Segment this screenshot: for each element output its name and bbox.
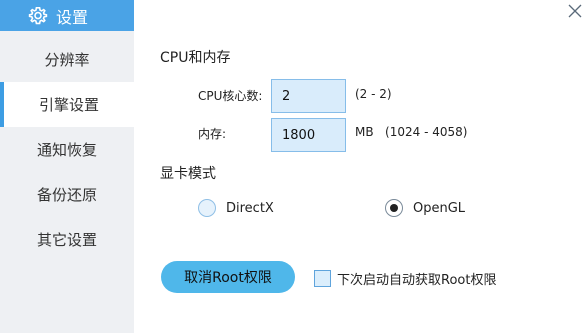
- sidebar-item-label: 备份还原: [36, 186, 97, 204]
- radio-circle[interactable]: [385, 199, 403, 217]
- cancel-root-button[interactable]: 取消Root权限: [161, 261, 295, 293]
- checkbox-label: 下次启动自动获取Root权限: [337, 273, 497, 288]
- cpu-cores-label: CPU核心数:: [198, 89, 263, 103]
- sidebar: 分辨率 引擎设置 通知恢复 备份还原 其它设置: [0, 31, 134, 333]
- sidebar-item-label: 引擎设置: [38, 96, 99, 114]
- radio-opengl[interactable]: OpenGL: [385, 199, 465, 217]
- settings-window: 设置 分辨率 引擎设置 通知恢复 备份还原 其它设置 CPU和内存 CPU核心数…: [0, 0, 588, 333]
- memory-input[interactable]: [271, 118, 346, 152]
- sidebar-item-engine[interactable]: 引擎设置: [0, 82, 134, 127]
- radio-label: OpenGL: [413, 200, 466, 216]
- sidebar-item-label: 分辨率: [44, 51, 90, 69]
- gear-icon: [28, 6, 48, 24]
- radio-directx[interactable]: DirectX: [198, 199, 274, 217]
- cpu-cores-input[interactable]: [271, 79, 346, 113]
- checkbox-box[interactable]: [314, 270, 331, 287]
- title-bar: 设置: [0, 0, 588, 31]
- memory-unit-range: MB (1024 - 4058): [355, 125, 468, 139]
- memory-label: 内存:: [198, 127, 227, 141]
- title-tab: 设置: [0, 0, 134, 31]
- cpu-memory-title: CPU和内存: [160, 50, 231, 66]
- radio-label: DirectX: [226, 200, 274, 216]
- sidebar-item-notification[interactable]: 通知恢复: [0, 127, 134, 172]
- cpu-cores-range: (2 - 2): [355, 87, 392, 101]
- auto-root-checkbox[interactable]: 下次启动自动获取Root权限: [314, 269, 496, 288]
- sidebar-item-label: 其它设置: [36, 231, 97, 249]
- sidebar-item-backup[interactable]: 备份还原: [0, 172, 134, 217]
- radio-circle[interactable]: [198, 199, 216, 217]
- sidebar-item-other[interactable]: 其它设置: [0, 217, 134, 262]
- graphics-mode-title: 显卡模式: [160, 166, 216, 182]
- close-icon[interactable]: [566, 2, 584, 20]
- engine-settings-panel: CPU和内存 CPU核心数: (2 - 2) 内存: MB (1024 - 40…: [134, 31, 588, 333]
- sidebar-item-resolution[interactable]: 分辨率: [0, 37, 134, 82]
- sidebar-item-label: 通知恢复: [36, 141, 97, 159]
- window-title: 设置: [56, 7, 89, 27]
